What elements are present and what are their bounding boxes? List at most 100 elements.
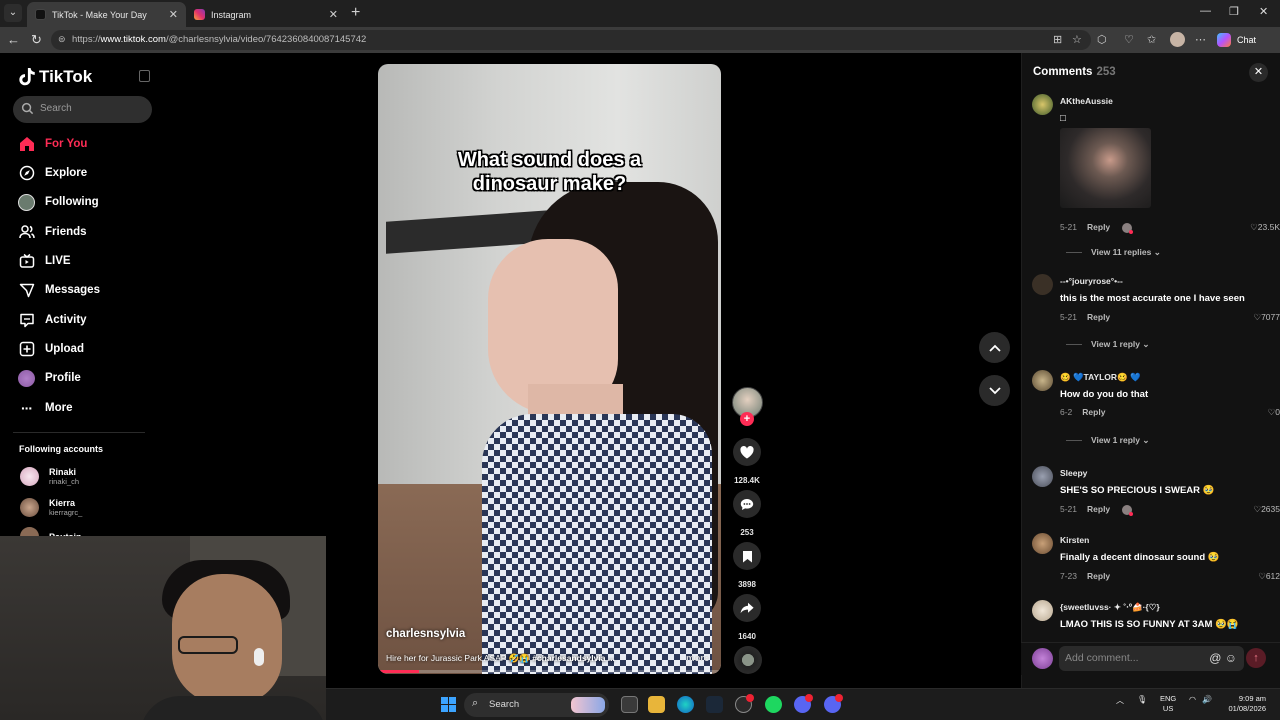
- volume-icon[interactable]: 🔊: [1202, 695, 1212, 704]
- avatar[interactable]: [1032, 466, 1053, 487]
- tab-instagram[interactable]: Instagram ✕: [186, 2, 346, 27]
- copilot-chat-button[interactable]: Chat: [1217, 31, 1256, 49]
- save-action[interactable]: 3898: [733, 542, 761, 589]
- wifi-icon[interactable]: ◠: [1189, 695, 1196, 704]
- tiktok-logo[interactable]: TikTok: [18, 67, 92, 87]
- site-info-icon[interactable]: ⊜: [58, 34, 66, 45]
- windows-start-icon[interactable]: [441, 697, 456, 712]
- bookmark-icon[interactable]: [733, 542, 761, 570]
- nav-friends[interactable]: Friends: [18, 222, 87, 242]
- music-disc-icon[interactable]: [734, 646, 762, 674]
- file-explorer-icon[interactable]: [648, 696, 665, 713]
- comment-username[interactable]: 🥴 💙TAYLOR🥴 💙: [1060, 372, 1141, 383]
- comment-username[interactable]: Kirsten: [1060, 535, 1089, 545]
- following-account[interactable]: Rinaki rinaki_ch: [20, 467, 79, 486]
- comment-meta: 5-21 Reply: [1060, 504, 1134, 516]
- save-count: 3898: [738, 580, 756, 589]
- reply-button[interactable]: Reply: [1087, 222, 1110, 232]
- comment-username[interactable]: Sleepy: [1060, 468, 1087, 478]
- send-comment-icon[interactable]: ↑: [1246, 648, 1266, 668]
- avatar[interactable]: [1032, 94, 1053, 115]
- address-bar[interactable]: ⊜ https://www.tiktok.com/@charlesnsylvia…: [51, 30, 1091, 50]
- nav-more[interactable]: ··· More: [18, 398, 72, 418]
- clock[interactable]: 9:09 am 01/08/2026: [1222, 694, 1266, 714]
- emoji-icon[interactable]: ☺: [1225, 651, 1237, 665]
- back-icon[interactable]: ←: [7, 32, 20, 47]
- mention-icon[interactable]: @: [1209, 651, 1221, 665]
- reply-button[interactable]: Reply: [1087, 571, 1110, 581]
- comment-like[interactable]: ♡7077: [1253, 312, 1280, 323]
- share-arrow-icon[interactable]: [733, 594, 761, 622]
- nav-label: Upload: [45, 343, 84, 355]
- comment-like[interactable]: ♡0: [1268, 407, 1280, 418]
- reply-button[interactable]: Reply: [1087, 504, 1110, 514]
- view-replies-button[interactable]: View 1 reply ⌄: [1066, 339, 1149, 350]
- language-indicator[interactable]: ENG US: [1160, 694, 1176, 714]
- minimize-icon[interactable]: —: [1200, 5, 1211, 17]
- app-available-icon[interactable]: ⊞: [1053, 33, 1062, 46]
- reply-button[interactable]: Reply: [1082, 407, 1105, 417]
- nav-explore[interactable]: Explore: [18, 163, 87, 183]
- reply-button[interactable]: Reply: [1087, 312, 1110, 322]
- avatar[interactable]: [1032, 600, 1053, 621]
- heart-icon[interactable]: [733, 438, 761, 466]
- avatar[interactable]: [1032, 370, 1053, 391]
- comment-username[interactable]: AKtheAussie: [1060, 96, 1113, 106]
- share-action[interactable]: 1640: [733, 594, 761, 641]
- comment-like[interactable]: ♡2635: [1253, 504, 1280, 515]
- caption-more-button[interactable]: more: [686, 653, 709, 664]
- nav-messages[interactable]: Messages: [18, 280, 100, 300]
- follow-plus-icon[interactable]: +: [740, 412, 754, 426]
- restore-icon[interactable]: ❐: [1229, 5, 1239, 18]
- previous-video-button[interactable]: [979, 332, 1010, 363]
- video-progress-bar[interactable]: [378, 670, 721, 673]
- comment-image-dinosaur[interactable]: [1060, 128, 1151, 208]
- following-account[interactable]: Kierra kierragrc_: [20, 498, 82, 517]
- avatar[interactable]: [1032, 533, 1053, 554]
- search-input[interactable]: Search: [13, 96, 152, 123]
- comment-username[interactable]: --•°jouryrose°•--: [1060, 276, 1123, 286]
- comment-action[interactable]: 253: [733, 490, 761, 537]
- window-close-icon[interactable]: ✕: [1259, 5, 1268, 18]
- taskbar-search[interactable]: ⌕ Search: [464, 693, 609, 717]
- favorite-star-icon[interactable]: ☆: [1072, 33, 1082, 46]
- nav-for-you[interactable]: For You: [18, 134, 87, 154]
- avatar[interactable]: [1032, 274, 1053, 295]
- video-author[interactable]: charlesnsylvia: [386, 628, 465, 640]
- comment-like[interactable]: ♡612: [1258, 571, 1280, 582]
- new-tab-icon[interactable]: +: [351, 4, 360, 22]
- view-replies-button[interactable]: View 1 reply ⌄: [1066, 435, 1149, 446]
- next-video-button[interactable]: [979, 375, 1010, 406]
- tab-tiktok[interactable]: TikTok - Make Your Day ✕: [27, 2, 186, 27]
- performance-icon[interactable]: ♡: [1124, 33, 1134, 46]
- microphone-icon[interactable]: 🎙: [1137, 695, 1147, 704]
- nav-upload[interactable]: Upload: [18, 339, 84, 359]
- comment-icon[interactable]: [733, 490, 761, 518]
- spotify-icon[interactable]: [765, 696, 782, 713]
- video-player[interactable]: What sound does a dinosaur make? charles…: [378, 64, 721, 674]
- collapse-sidebar-icon[interactable]: [139, 70, 150, 82]
- browser-profile-avatar[interactable]: [1170, 32, 1185, 47]
- nav-live[interactable]: LIVE: [18, 251, 71, 271]
- extensions-icon[interactable]: ⬡: [1097, 33, 1107, 46]
- hashtag-link[interactable]: #charlesandsylvia ...: [532, 653, 615, 663]
- tab-close-icon[interactable]: ✕: [329, 8, 338, 21]
- tab-actions-menu-icon[interactable]: ⌄: [4, 4, 22, 22]
- comment-username[interactable]: {sweetluvss· ✦ ˚‧º🍰·{♡}: [1060, 602, 1160, 613]
- tab-close-icon[interactable]: ✕: [169, 8, 178, 21]
- task-view-icon[interactable]: [621, 696, 638, 713]
- add-comment-input[interactable]: Add comment... @ ☺: [1059, 646, 1244, 671]
- tray-overflow-icon[interactable]: ︿: [1116, 695, 1124, 706]
- nav-following[interactable]: Following: [18, 192, 99, 212]
- view-replies-button[interactable]: View 11 replies ⌄: [1066, 247, 1161, 258]
- refresh-icon[interactable]: ↻: [31, 32, 42, 48]
- comment-like[interactable]: ♡23.5K: [1250, 222, 1280, 233]
- edge-browser-icon[interactable]: [677, 696, 694, 713]
- like-action[interactable]: 128.4K: [733, 438, 761, 485]
- nav-activity[interactable]: Activity: [18, 310, 87, 330]
- steam-icon[interactable]: [706, 696, 723, 713]
- nav-profile[interactable]: Profile: [18, 368, 81, 388]
- favorites-icon[interactable]: ✩: [1147, 33, 1156, 46]
- settings-more-icon[interactable]: ⋯: [1195, 33, 1206, 46]
- close-comments-icon[interactable]: ✕: [1249, 63, 1268, 82]
